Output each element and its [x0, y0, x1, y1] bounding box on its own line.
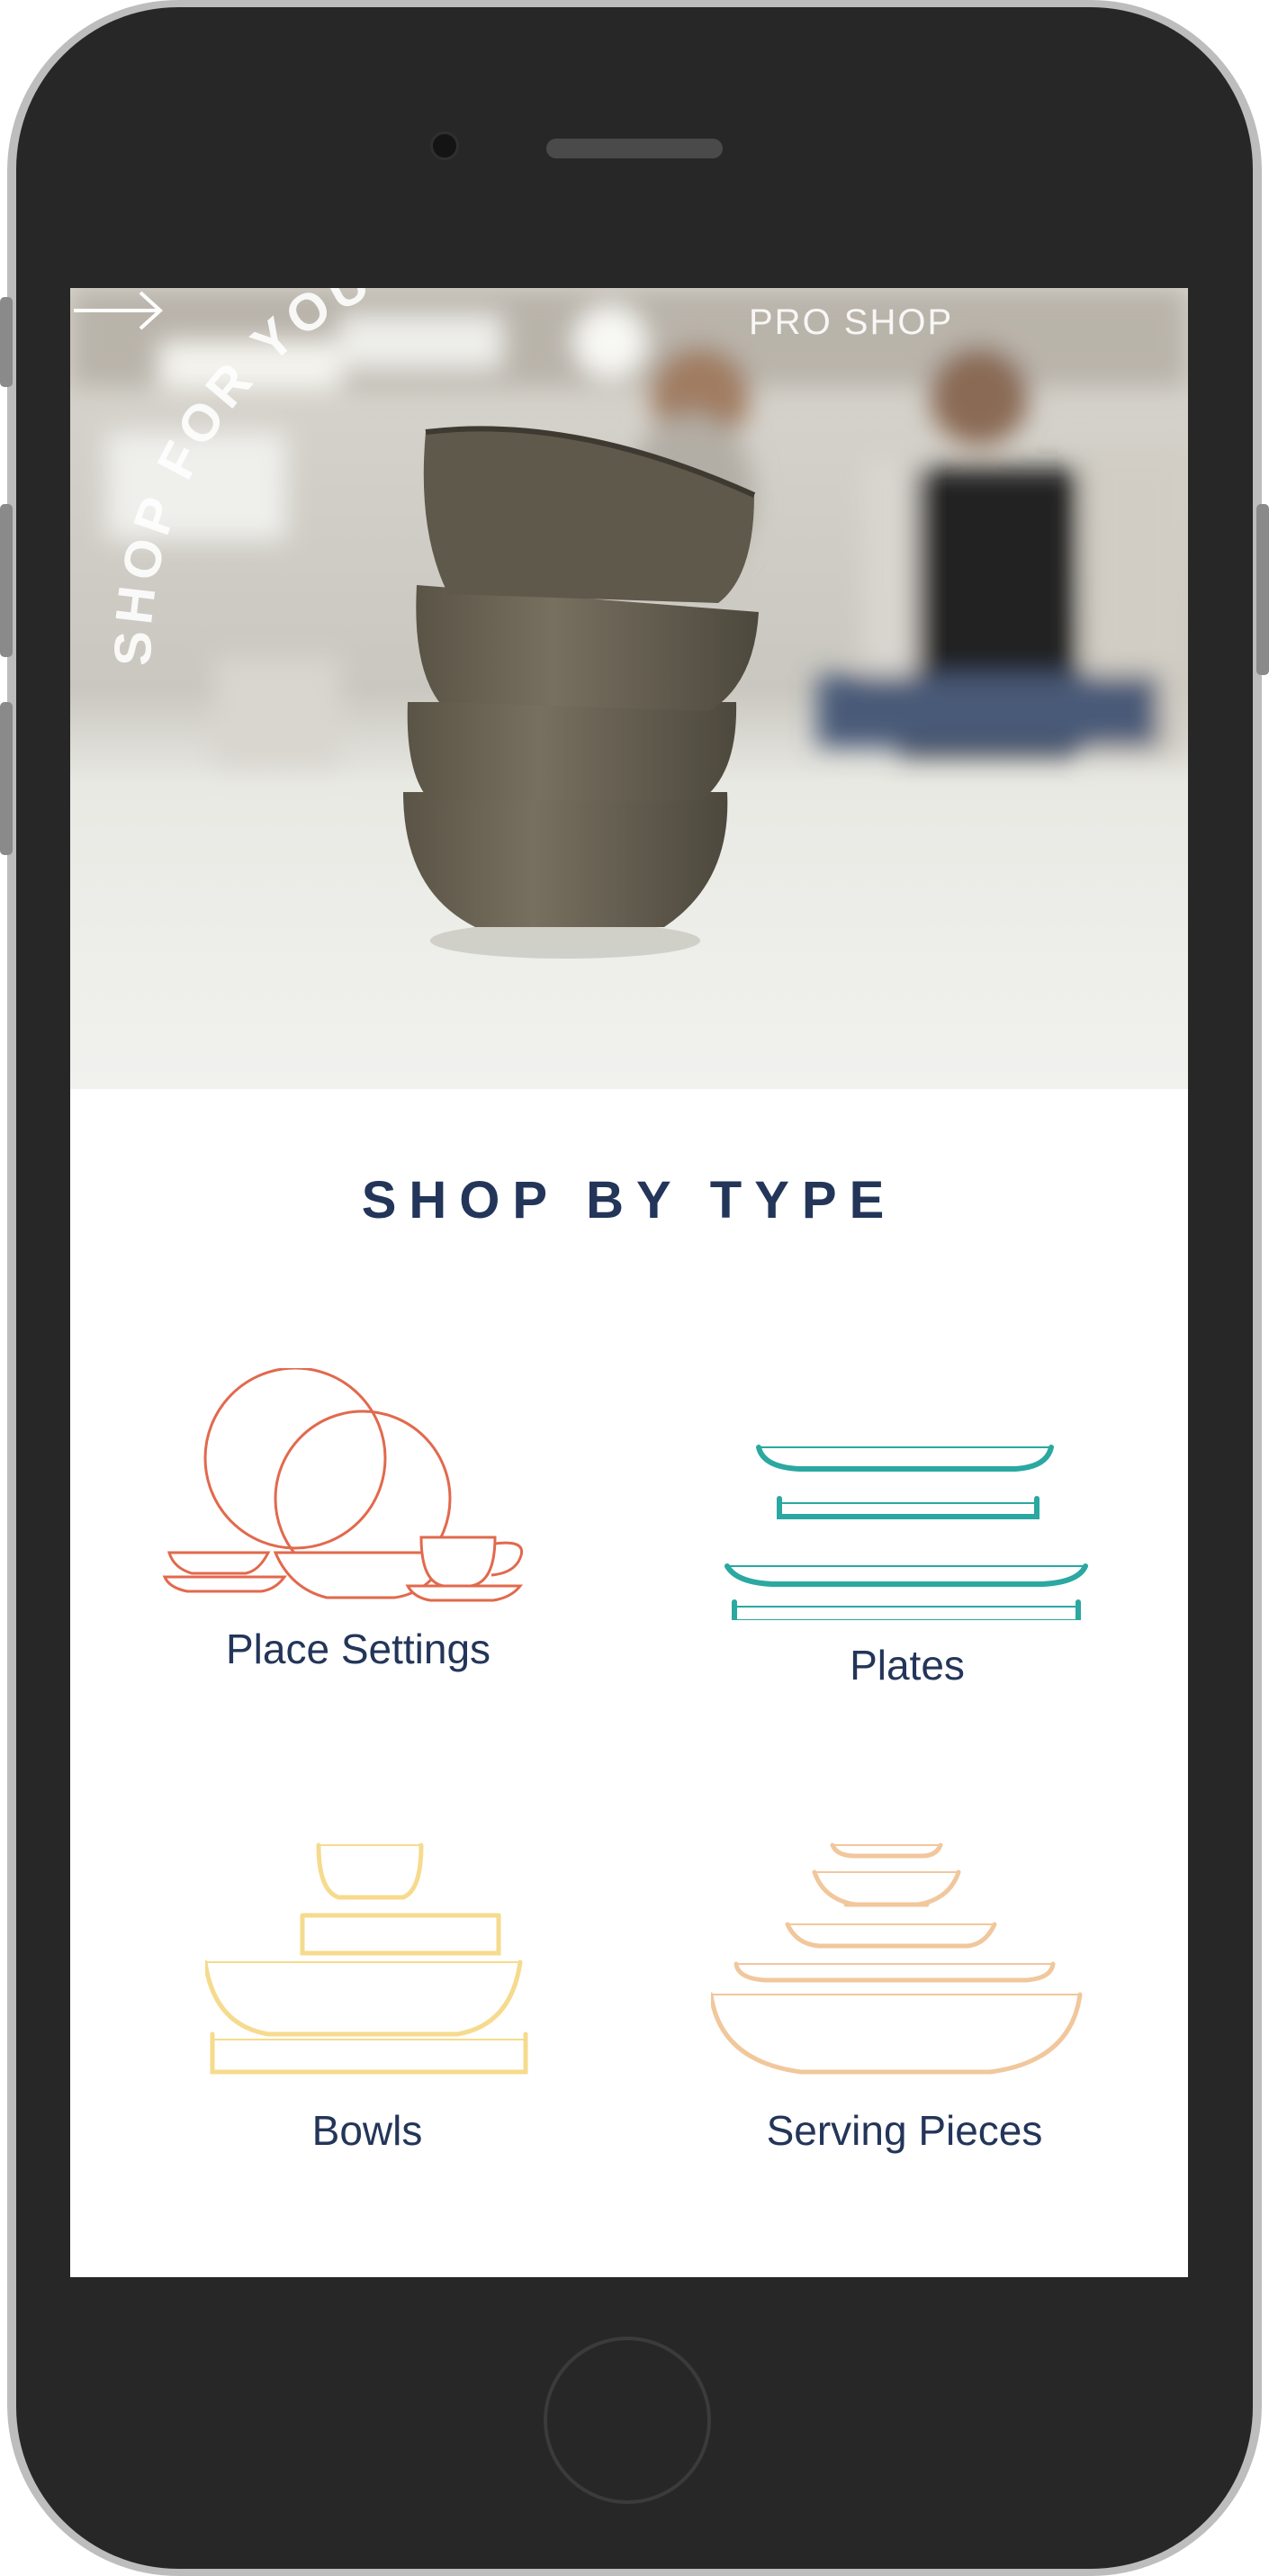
category-bowls[interactable]: Bowls — [205, 1818, 529, 2277]
plates-icon — [724, 1445, 1088, 1620]
category-label: Serving Pieces — [766, 2107, 1043, 2154]
hero-banner[interactable]: SHOP FOR YOUR PRO SHOP — [70, 288, 1188, 1089]
home-button[interactable] — [544, 2337, 711, 2504]
arrow-right-icon[interactable] — [70, 288, 169, 333]
volume-up-button — [0, 504, 13, 657]
volume-down-button — [0, 702, 13, 855]
front-camera — [430, 131, 459, 160]
hero-photo: SHOP FOR YOUR — [70, 288, 1188, 1089]
category-serving-pieces[interactable]: Serving Pieces — [711, 1818, 1098, 2277]
serving-pieces-icon — [711, 1842, 1083, 2075]
pro-shop-link[interactable]: PRO SHOP — [749, 302, 953, 343]
place-settings-icon — [162, 1368, 524, 1602]
power-button — [1256, 504, 1269, 675]
bowls-icon — [205, 1842, 528, 2075]
earpiece-speaker — [546, 139, 723, 158]
mute-switch — [0, 297, 13, 387]
category-label: Bowls — [311, 2107, 423, 2154]
category-label: Plates — [850, 1642, 965, 1689]
bowl-stack — [403, 426, 759, 959]
screen: SHOP FOR YOUR PRO SHOP SHOP BY TYPE Plac… — [70, 288, 1188, 2277]
section-title: SHOP BY TYPE — [361, 1171, 897, 1229]
category-label: Place Settings — [225, 1626, 491, 1672]
